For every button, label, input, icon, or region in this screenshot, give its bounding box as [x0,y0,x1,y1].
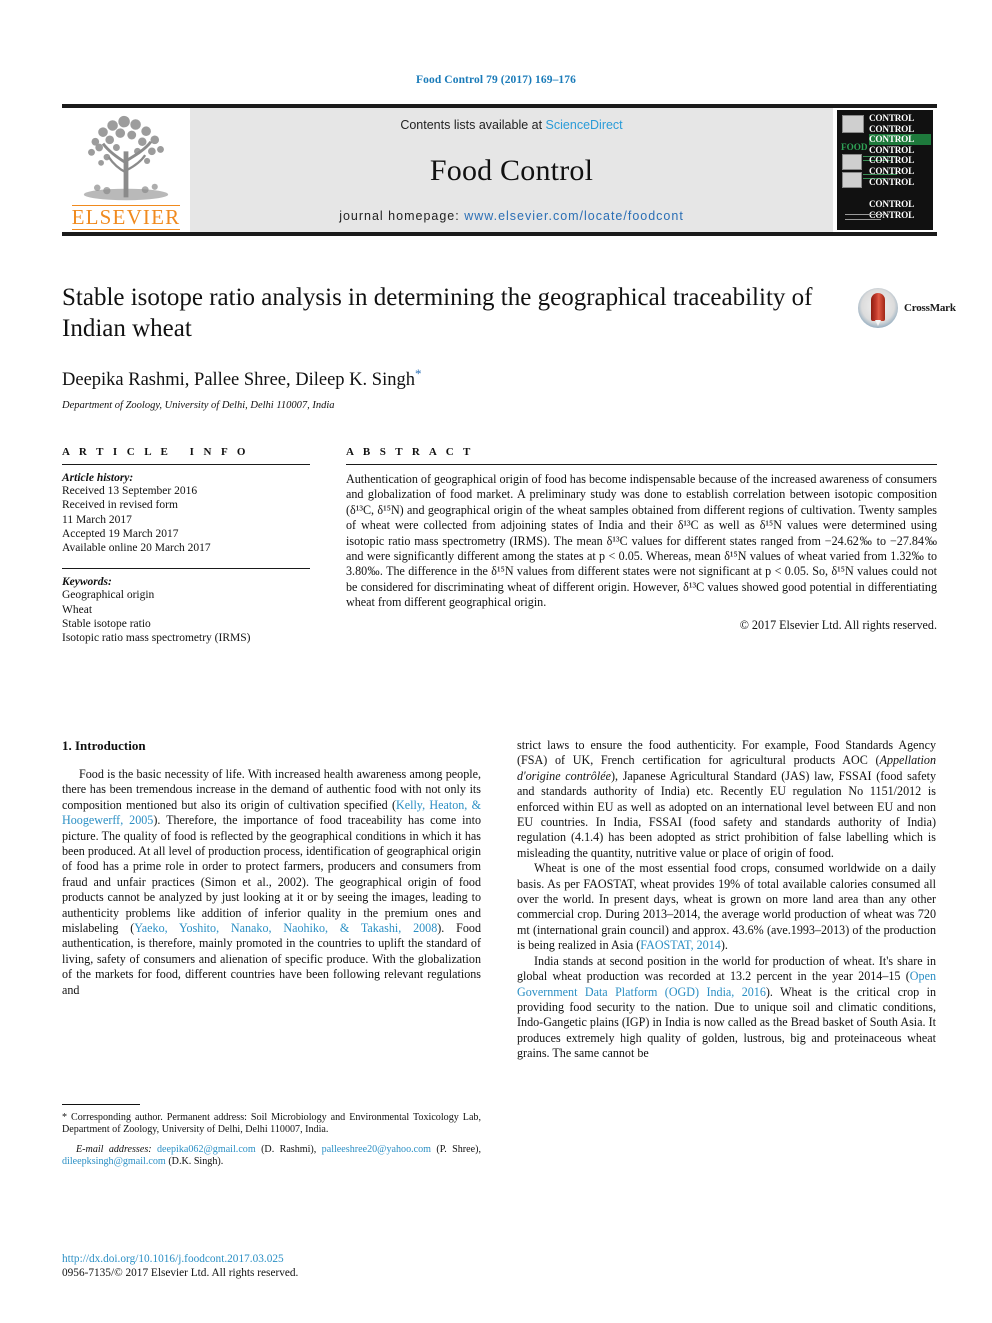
email-addresses-note: E-mail addresses: deepika062@gmail.com (… [62,1143,481,1168]
affiliation: Department of Zoology, University of Del… [62,400,335,412]
contents-line: Contents lists available at ScienceDirec… [400,118,622,132]
article-info-rule [62,464,310,465]
journal-cover-thumbnail: FOOD CONTROL CONTROL CONTROL CONTROL CON… [833,108,937,232]
footnote-rule [62,1104,140,1105]
elsevier-wordmark: ELSEVIER [71,205,181,230]
doi-block: http://dx.doi.org/10.1016/j.foodcont.201… [62,1252,481,1280]
journal-masthead: ELSEVIER Contents lists available at Sci… [62,104,937,236]
crossmark-label: CrossMark [904,302,956,314]
corresponding-author-marker: * [414,366,422,381]
email-person: (D. Rashmi) [261,1143,314,1155]
keyword-item: Stable isotope ratio [62,618,151,631]
abstract-text: Authentication of geographical origin of… [346,472,937,610]
homepage-link[interactable]: www.elsevier.com/locate/foodcont [464,209,684,223]
cover-control-word: CONTROL [869,155,915,166]
email-person: (P. Shree) [436,1143,479,1155]
cover-figure-box-2 [842,172,862,188]
cover-control-stack: CONTROL CONTROL CONTROL CONTROL CONTROL … [869,113,931,220]
body-column-left: 1. Introduction Food is the basic necess… [62,738,481,1062]
cover-control-word: CONTROL [869,176,915,187]
body-paragraph: India stands at second position in the w… [517,953,936,1061]
crossmark-badge[interactable]: CrossMark [858,286,956,330]
cover-logo-box [842,115,864,133]
keyword-item: Geographical origin [62,589,155,602]
email-label: E-mail addresses: [76,1143,152,1155]
article-history-label: Article history: [62,472,134,484]
abstract-copyright: © 2017 Elsevier Ltd. All rights reserved… [739,617,937,632]
article-page: Food Control 79 (2017) 169–176 ELSEVIER … [0,0,992,1323]
sciencedirect-link[interactable]: ScienceDirect [546,118,623,132]
email-link[interactable]: palleeshree20@yahoo.com [322,1144,431,1155]
cover-control-word: CONTROL [869,199,915,210]
journal-title: Food Control [429,153,594,187]
citation-link[interactable]: Open Government Data Platform (OGD) Indi… [517,969,936,998]
corresponding-author-note: * Corresponding author. Permanent addres… [62,1112,481,1136]
section-title-introduction: 1. Introduction [62,738,146,753]
contents-prefix: Contents lists available at [400,118,546,132]
body-paragraph: Food is the basic necessity of life. Wit… [62,767,481,997]
cover-figure-box-1 [842,154,862,170]
keyword-item: Wheat [62,603,93,616]
abstract-column: A B S T R A C T Authentication of geogra… [346,446,937,646]
masthead-bottom-rule [62,232,937,236]
email-link[interactable]: dileepksingh@gmail.com [62,1156,166,1167]
article-info-heading: A R T I C L E I N F O [62,446,249,458]
elsevier-logo: ELSEVIER [62,108,190,232]
cover-control-word: CONTROL [869,113,915,123]
doi-link[interactable]: http://dx.doi.org/10.1016/j.foodcont.201… [62,1252,481,1266]
article-history-item: Received 13 September 2016 [62,485,198,497]
cover-footer-line-1 [845,214,889,215]
page-title: Stable isotope ratio analysis in determi… [62,284,813,342]
keywords-label: Keywords: [62,576,112,589]
article-history-item: Available online 20 March 2017 [62,542,211,555]
citation-link[interactable]: Yaeko, Yoshito, Nanako, Naohiko, & Takas… [134,921,437,935]
body-paragraph: strict laws to ensure the food authentic… [517,738,936,860]
email-link[interactable]: deepika062@gmail.com [157,1144,256,1155]
info-abstract-row: A R T I C L E I N F O Article history: R… [62,446,937,646]
crossmark-icon [858,288,898,328]
author-list: Deepika Rashmi, Pallee Shree, Dileep K. … [62,366,852,391]
footnote-area: * Corresponding author. Permanent addres… [62,1104,481,1169]
cover-control-word: CONTROL [869,123,915,134]
keywords-rule [62,568,310,570]
cover-control-word: CONTROL [869,144,915,155]
homepage-prefix: journal homepage: [339,209,465,223]
article-info-column: A R T I C L E I N F O Article history: R… [62,446,310,646]
crossmark-bookmark-icon [871,293,885,326]
article-history-item: Accepted 19 March 2017 [62,527,179,540]
issn-copyright-line: 0956-7135/© 2017 Elsevier Ltd. All right… [62,1267,299,1279]
body-column-right: strict laws to ensure the food authentic… [517,738,936,1062]
abstract-rule [346,464,937,465]
journal-band: Contents lists available at ScienceDirec… [190,108,833,232]
email-person: (D.K. Singh) [168,1156,221,1168]
cover-thumb-image: FOOD CONTROL CONTROL CONTROL CONTROL CON… [837,110,933,230]
article-history-item: Received in revised form [62,499,178,512]
body-paragraph: Wheat is one of the most essential food … [517,861,936,953]
cover-control-word: CONTROL [869,165,915,176]
citation-link[interactable]: FAOSTAT, 2014 [640,938,721,952]
cover-control-word: CONTROL [869,134,931,145]
keyword-item: Isotopic ratio mass spectrometry (IRMS) [62,632,251,645]
author-names: Deepika Rashmi, Pallee Shree, Dileep K. … [62,370,415,391]
citation-link[interactable]: Kelly, Heaton, & Hoogewerff, 2005 [62,798,481,827]
title-block: Stable isotope ratio analysis in determi… [62,282,852,411]
elsevier-tree-icon [83,115,169,201]
cover-food-word: FOOD [841,142,868,152]
body-columns: 1. Introduction Food is the basic necess… [62,738,937,1062]
cover-footer-line-2 [845,219,881,220]
homepage-line: journal homepage: www.elsevier.com/locat… [339,209,684,223]
running-head: Food Control 79 (2017) 169–176 [416,74,576,86]
abstract-heading: A B S T R A C T [346,446,474,458]
article-history-item: 11 March 2017 [62,513,132,526]
